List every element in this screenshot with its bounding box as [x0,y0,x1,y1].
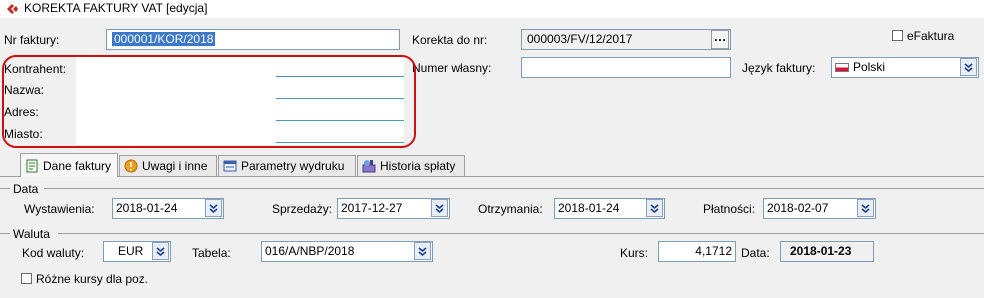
group-line [44,188,984,189]
chevron-down-icon [861,203,870,213]
sale-date-label: Sprzedaży: [272,202,333,216]
document-icon [26,159,38,172]
payment-history-icon [362,160,376,173]
tab-uwagi-i-inne[interactable]: Uwagi i inne [119,155,217,176]
issue-date-label: Wystawienia: [24,202,95,216]
rate-table-value: 016/A/NBP/2018 [265,244,355,258]
payment-date-dropdown-button[interactable] [857,199,874,217]
print-settings-icon [223,160,237,172]
info-icon [124,159,138,173]
title-bar: KOREKTA FAKTURY VAT [edycja] [0,0,984,18]
currency-group-label: Waluta [13,227,50,241]
group-line [0,188,10,189]
rate-date-value: 2018-01-23 [790,244,852,258]
received-date-value: 2018-01-24 [558,201,620,215]
received-date-dropdown-button[interactable] [646,199,663,217]
rate-table-label: Tabela: [192,246,231,260]
tabs-baseline [0,176,984,177]
window-title: KOREKTA FAKTURY VAT [edycja] [24,1,208,15]
language-value: Polski [853,60,886,74]
currency-code-value: EUR [118,244,144,258]
currency-code-label: Kod waluty: [22,246,85,260]
rate-table-select[interactable]: 016/A/NBP/2018 [261,241,433,262]
correction-to-label: Korekta do nr: [412,33,488,47]
chevron-down-icon [650,203,659,213]
sale-date-value: 2017-12-27 [341,201,403,215]
sale-date-field[interactable]: 2017-12-27 [337,198,450,219]
language-select[interactable]: Polski [831,57,979,78]
issue-date-value: 2018-01-24 [116,201,178,215]
tab-historia-splaty[interactable]: Historia spłaty [357,155,465,176]
efaktura-checkbox[interactable] [892,30,903,41]
chevron-down-icon [209,203,218,213]
different-rates-label: Różne kursy dla poz. [36,272,149,286]
language-dropdown-button[interactable] [960,58,977,76]
invoice-no-value: 000001/KOR/2018 [112,32,216,46]
correction-browse-button[interactable]: … [711,30,729,49]
rate-table-dropdown-button[interactable] [414,242,431,260]
own-number-label: Numer własny: [412,61,492,75]
currency-dropdown-button[interactable] [152,242,169,260]
currency-code-select[interactable]: EUR [103,241,171,262]
correction-to-field: 000003/FV/12/2017 [521,29,731,50]
rate-label: Kurs: [620,246,649,260]
dates-group-label: Data [13,182,39,196]
invoice-no-label: Nr faktury: [4,33,60,47]
app-logo-icon [7,4,18,14]
sale-date-dropdown-button[interactable] [431,199,448,217]
rate-date-label: Data: [741,246,770,260]
own-number-field[interactable] [521,57,731,78]
correction-to-value: 000003/FV/12/2017 [527,32,633,46]
contractor-highlight-frame [2,55,416,148]
efaktura-label: eFaktura [907,29,955,43]
rate-date-field: 2018-01-23 [780,241,874,262]
language-label: Język faktury: [742,61,816,75]
invoice-no-field[interactable]: 000001/KOR/2018 [106,29,400,50]
chevron-down-icon [964,62,973,72]
group-line [0,233,10,234]
payment-date-value: 2018-02-07 [767,201,829,215]
chevron-down-icon [418,246,427,256]
issue-date-field[interactable]: 2018-01-24 [112,198,224,219]
different-rates-checkbox[interactable] [21,273,32,284]
rate-value: 4,1712 [695,244,732,258]
tab-label: Parametry wydruku [241,159,345,173]
issue-date-dropdown-button[interactable] [205,199,222,217]
tab-label: Historia spłaty [380,159,456,173]
chevron-down-icon [156,246,165,256]
tab-label: Dane faktury [43,158,112,173]
tab-parametry-wydruku[interactable]: Parametry wydruku [218,155,356,176]
tab-label: Uwagi i inne [142,159,208,173]
received-date-field[interactable]: 2018-01-24 [554,198,665,219]
chevron-down-icon [435,203,444,213]
tab-dane-faktury[interactable]: Dane faktury [20,153,118,177]
received-date-label: Otrzymania: [478,202,543,216]
rate-field[interactable]: 4,1712 [658,241,736,262]
payment-date-field[interactable]: 2018-02-07 [763,198,876,219]
payment-date-label: Płatności: [703,202,756,216]
poland-flag-icon [835,63,849,72]
group-line [58,233,984,234]
